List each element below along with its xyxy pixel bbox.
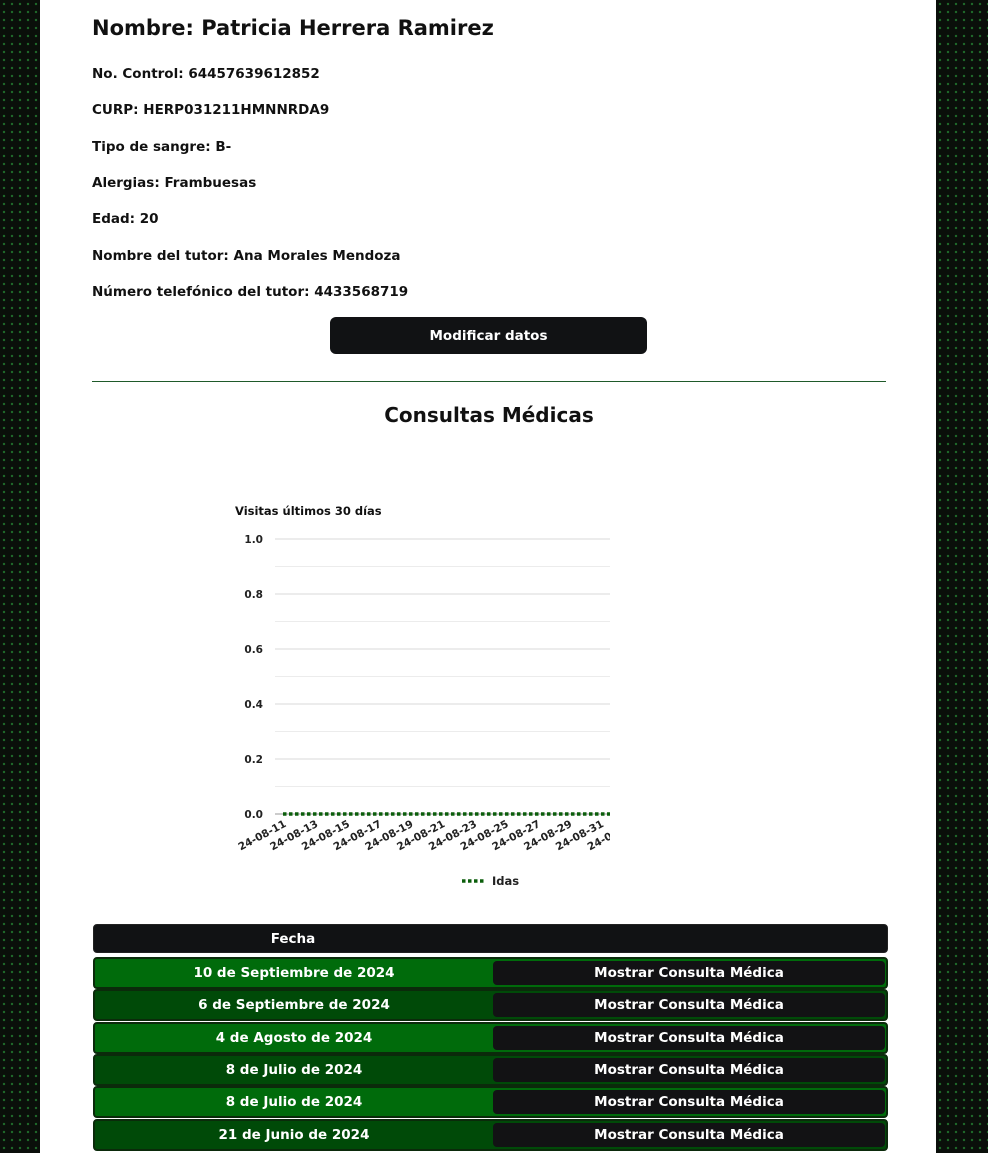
chart-grid xyxy=(275,538,783,815)
visits-chart-svg: Visitas últimos 30 días 0.0 0.2 0.4 0.6 0.8 1… xyxy=(235,504,783,888)
x-axis-ticks: 24-08-1124-08-1324-08-1524-08-1724-08-19… xyxy=(236,818,764,853)
show-consultation-button[interactable]: Mostrar Consulta Médica xyxy=(493,993,885,1018)
table-row: 8 de Julio de 2024 Mostrar Consulta Médic… xyxy=(93,1086,888,1119)
field-age: Edad: 20 xyxy=(92,211,159,227)
table-row: 8 de Julio de 2024 Mostrar Consulta Médic… xyxy=(93,1053,888,1086)
field-value: Ana Morales Mendoza xyxy=(233,248,401,264)
field-label: Alergias: xyxy=(92,175,160,191)
y-axis-ticks: 0.0 0.2 0.4 0.6 0.8 1.0 xyxy=(244,534,263,821)
field-value: 20 xyxy=(139,211,159,227)
y-tick-label: 0.0 xyxy=(244,809,263,821)
field-tutor-phone: Número telefónico del tutor: 4433568719 xyxy=(92,284,408,300)
modify-data-button[interactable]: Modificar datos xyxy=(330,317,647,354)
y-tick-label: 0.8 xyxy=(244,589,263,601)
visits-chart: Visitas últimos 30 días 0.0 0.2 0.4 0.6 0.8 1… xyxy=(190,495,783,895)
show-consultation-button[interactable]: Mostrar Consulta Médica xyxy=(493,1122,885,1147)
consultation-date: 4 de Agosto de 2024 xyxy=(215,1029,373,1046)
table-row: 21 de Junio de 2024 Mostrar Consulta Médi… xyxy=(93,1118,888,1151)
field-label: No. Control: xyxy=(92,66,184,82)
show-consultation-button[interactable]: Mostrar Consulta Médica xyxy=(493,961,885,985)
show-consultation-button[interactable]: Mostrar Consulta Médica xyxy=(493,1025,885,1050)
y-tick-label: 0.6 xyxy=(244,644,263,656)
show-consultation-button[interactable]: Mostrar Consulta Médica xyxy=(493,1057,885,1082)
field-label: Edad: xyxy=(92,211,136,227)
consultation-date: 21 de Junio de 2024 xyxy=(218,1126,370,1143)
y-tick-label: 0.2 xyxy=(244,754,263,766)
field-allergies: Alergias: Frambuesas xyxy=(92,175,256,191)
field-value: 4433568719 xyxy=(314,284,409,300)
field-label: Nombre del tutor: xyxy=(92,248,229,264)
field-label: CURP: xyxy=(92,102,139,118)
show-consultation-button[interactable]: Mostrar Consulta Médica xyxy=(493,1090,885,1115)
consultation-date: 8 de Julio de 2024 xyxy=(225,1094,363,1111)
field-control-number: No. Control: 64457639612852 xyxy=(92,66,320,82)
patient-name-heading: Nombre: Patricia Herrera Ramirez xyxy=(92,16,494,40)
field-value: Frambuesas xyxy=(164,175,257,191)
field-label: Tipo de sangre: xyxy=(92,139,211,155)
table-row: 10 de Septiembre de 2024 Mostrar Consulta… xyxy=(93,957,888,989)
y-tick-label: 1.0 xyxy=(244,534,263,546)
field-curp: CURP: HERP031211HMNNRDA9 xyxy=(92,102,329,118)
field-value: HERP031211HMNNRDA9 xyxy=(143,102,330,118)
patient-name: Patricia Herrera Ramirez xyxy=(201,16,494,40)
table-row: 6 de Septiembre de 2024 Mostrar Consulta … xyxy=(93,989,888,1022)
patient-name-label: Nombre: xyxy=(92,16,194,40)
field-tutor-name: Nombre del tutor: Ana Morales Mendoza xyxy=(92,248,401,264)
consultations-title: Consultas Médicas xyxy=(384,403,594,427)
chart-legend[interactable]: Idas xyxy=(462,874,519,888)
consultation-date: 10 de Septiembre de 2024 xyxy=(193,965,395,981)
table-row: 4 de Agosto de 2024 Mostrar Consulta Médi… xyxy=(93,1021,888,1054)
y-tick-label: 0.4 xyxy=(244,699,263,711)
main-panel: Nombre: Patricia Herrera Ramirez No. Con… xyxy=(40,0,936,1153)
field-value: 64457639612852 xyxy=(188,66,320,82)
consultation-date: 6 de Septiembre de 2024 xyxy=(198,997,390,1014)
field-blood-type: Tipo de sangre: B- xyxy=(92,139,231,155)
header-date: Fecha xyxy=(270,930,316,947)
table-header: Fecha xyxy=(93,924,888,953)
field-value: B- xyxy=(215,139,232,155)
section-divider xyxy=(92,381,886,382)
consultation-date: 8 de Julio de 2024 xyxy=(225,1061,363,1078)
chart-title: Visitas últimos 30 días xyxy=(235,504,382,518)
field-label: Número telefónico del tutor: xyxy=(92,284,310,300)
legend-label: Idas xyxy=(492,874,519,888)
